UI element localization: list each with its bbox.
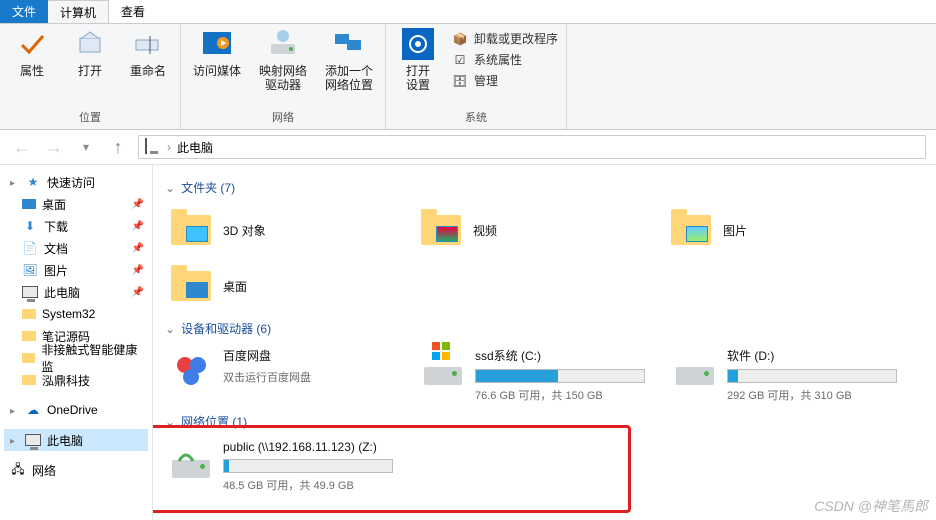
folder-icon <box>169 208 213 252</box>
address-bar[interactable]: › 此电脑 <box>138 135 926 159</box>
rename-icon <box>132 28 164 60</box>
folder-icon <box>669 208 713 252</box>
pin-icon: 📌 <box>132 221 144 232</box>
sidebar-item-downloads[interactable]: ⬇下载📌 <box>4 215 148 237</box>
ribbon: 属性 打开 重命名 位置 访问媒体 映射网络 驱动器 <box>0 24 936 130</box>
star-icon: ★ <box>25 174 41 190</box>
drive-icon <box>673 347 717 391</box>
nav-forward-button[interactable]: → <box>42 135 66 159</box>
chevron-right-icon: › <box>167 140 171 154</box>
nav-up-button[interactable]: ↑ <box>106 135 130 159</box>
ribbon-group-location-label: 位置 <box>8 107 172 129</box>
download-icon: ⬇ <box>22 218 38 234</box>
folder-icon <box>22 375 36 385</box>
manage-button[interactable]: 🗄管理 <box>452 72 558 89</box>
main-content: 文件夹 (7) 3D 对象 视频 图片 桌面 设备和驱动器 (6) <box>153 165 936 520</box>
box-icon: 📦 <box>452 31 468 47</box>
sidebar-onedrive[interactable]: ☁OneDrive <box>4 399 148 421</box>
sidebar-item-pictures[interactable]: 🖼图片📌 <box>4 259 148 281</box>
drive-baidu[interactable]: 百度网盘 双击运行百度网盘 <box>165 343 417 407</box>
drive-network-icon <box>267 28 299 60</box>
folder-videos[interactable]: 视频 <box>415 202 665 258</box>
drive-d[interactable]: 软件 (D:) 292 GB 可用，共 310 GB <box>669 343 921 407</box>
sidebar: ★ 快速访问 桌面📌 ⬇下载📌 📄文档📌 🖼图片📌 此电脑📌 System32 … <box>0 165 153 520</box>
picture-icon: 🖼 <box>22 262 38 278</box>
checkbox-icon: ☑ <box>452 52 468 68</box>
manage-icon: 🗄 <box>452 73 468 89</box>
folder-pictures[interactable]: 图片 <box>665 202 915 258</box>
breadcrumb-this-pc[interactable]: 此电脑 <box>177 139 213 156</box>
folder-3d-objects[interactable]: 3D 对象 <box>165 202 415 258</box>
section-network-header[interactable]: 网络位置 (1) <box>165 413 924 430</box>
open-settings-button[interactable]: 打开 设置 <box>394 28 442 92</box>
sidebar-this-pc[interactable]: 此电脑 <box>4 429 148 451</box>
ribbon-group-system-label: 系统 <box>394 107 558 129</box>
sidebar-item-this-pc[interactable]: 此电脑📌 <box>4 281 148 303</box>
this-pc-icon <box>145 139 161 155</box>
pin-icon: 📌 <box>132 287 144 298</box>
network-drive-icon <box>169 440 213 484</box>
tab-view[interactable]: 查看 <box>109 0 157 23</box>
document-icon: 📄 <box>22 240 38 256</box>
media-icon <box>201 28 233 60</box>
checkmark-icon <box>16 28 48 60</box>
open-button[interactable]: 打开 <box>66 28 114 78</box>
this-pc-icon <box>25 432 41 448</box>
properties-button[interactable]: 属性 <box>8 28 56 78</box>
access-media-button[interactable]: 访问媒体 <box>189 28 245 78</box>
pin-icon: 📌 <box>132 199 144 210</box>
watermark: CSDN @神笔馬郎 <box>814 496 928 516</box>
open-icon <box>74 28 106 60</box>
desktop-icon <box>22 199 36 209</box>
network-icon: 🖧 <box>10 462 26 478</box>
system-properties-button[interactable]: ☑系统属性 <box>452 51 558 68</box>
rename-button[interactable]: 重命名 <box>124 28 172 78</box>
folder-icon <box>419 208 463 252</box>
tab-file[interactable]: 文件 <box>0 0 48 23</box>
sidebar-item-documents[interactable]: 📄文档📌 <box>4 237 148 259</box>
add-network-location-button[interactable]: 添加一个 网络位置 <box>321 28 377 92</box>
ribbon-group-network-label: 网络 <box>189 107 377 129</box>
nav-back-button[interactable]: ← <box>10 135 34 159</box>
folder-icon <box>22 309 36 319</box>
map-drive-button[interactable]: 映射网络 驱动器 <box>255 28 311 92</box>
drive-c[interactable]: ssd系统 (C:) 76.6 GB 可用，共 150 GB <box>417 343 669 407</box>
pin-icon: 📌 <box>132 243 144 254</box>
folder-icon <box>22 353 35 363</box>
pin-icon: 📌 <box>132 265 144 276</box>
uninstall-programs-button[interactable]: 📦卸载或更改程序 <box>452 30 558 47</box>
folder-icon <box>22 331 36 341</box>
sidebar-item-system32[interactable]: System32 <box>4 303 148 325</box>
cloud-icon: ☁ <box>25 402 41 418</box>
sidebar-quick-access[interactable]: ★ 快速访问 <box>4 171 148 193</box>
tab-computer[interactable]: 计算机 <box>48 0 109 23</box>
sidebar-item-desktop[interactable]: 桌面📌 <box>4 193 148 215</box>
this-pc-icon <box>22 284 38 300</box>
network-drive-z[interactable]: public (\\192.168.11.123) (Z:) 48.5 GB 可… <box>165 436 417 497</box>
baidu-icon <box>169 347 213 391</box>
windows-drive-icon <box>421 347 465 391</box>
sidebar-item-health[interactable]: 非接触式智能健康监 <box>4 347 148 369</box>
sidebar-network[interactable]: 🖧网络 <box>4 459 148 481</box>
folder-desktop[interactable]: 桌面 <box>165 258 415 314</box>
section-folders-header[interactable]: 文件夹 (7) <box>165 179 924 196</box>
folder-icon <box>169 264 213 308</box>
nav-recent-button[interactable]: ▾ <box>74 135 98 159</box>
section-drives-header[interactable]: 设备和驱动器 (6) <box>165 320 924 337</box>
settings-icon <box>402 28 434 60</box>
monitors-icon <box>333 28 365 60</box>
